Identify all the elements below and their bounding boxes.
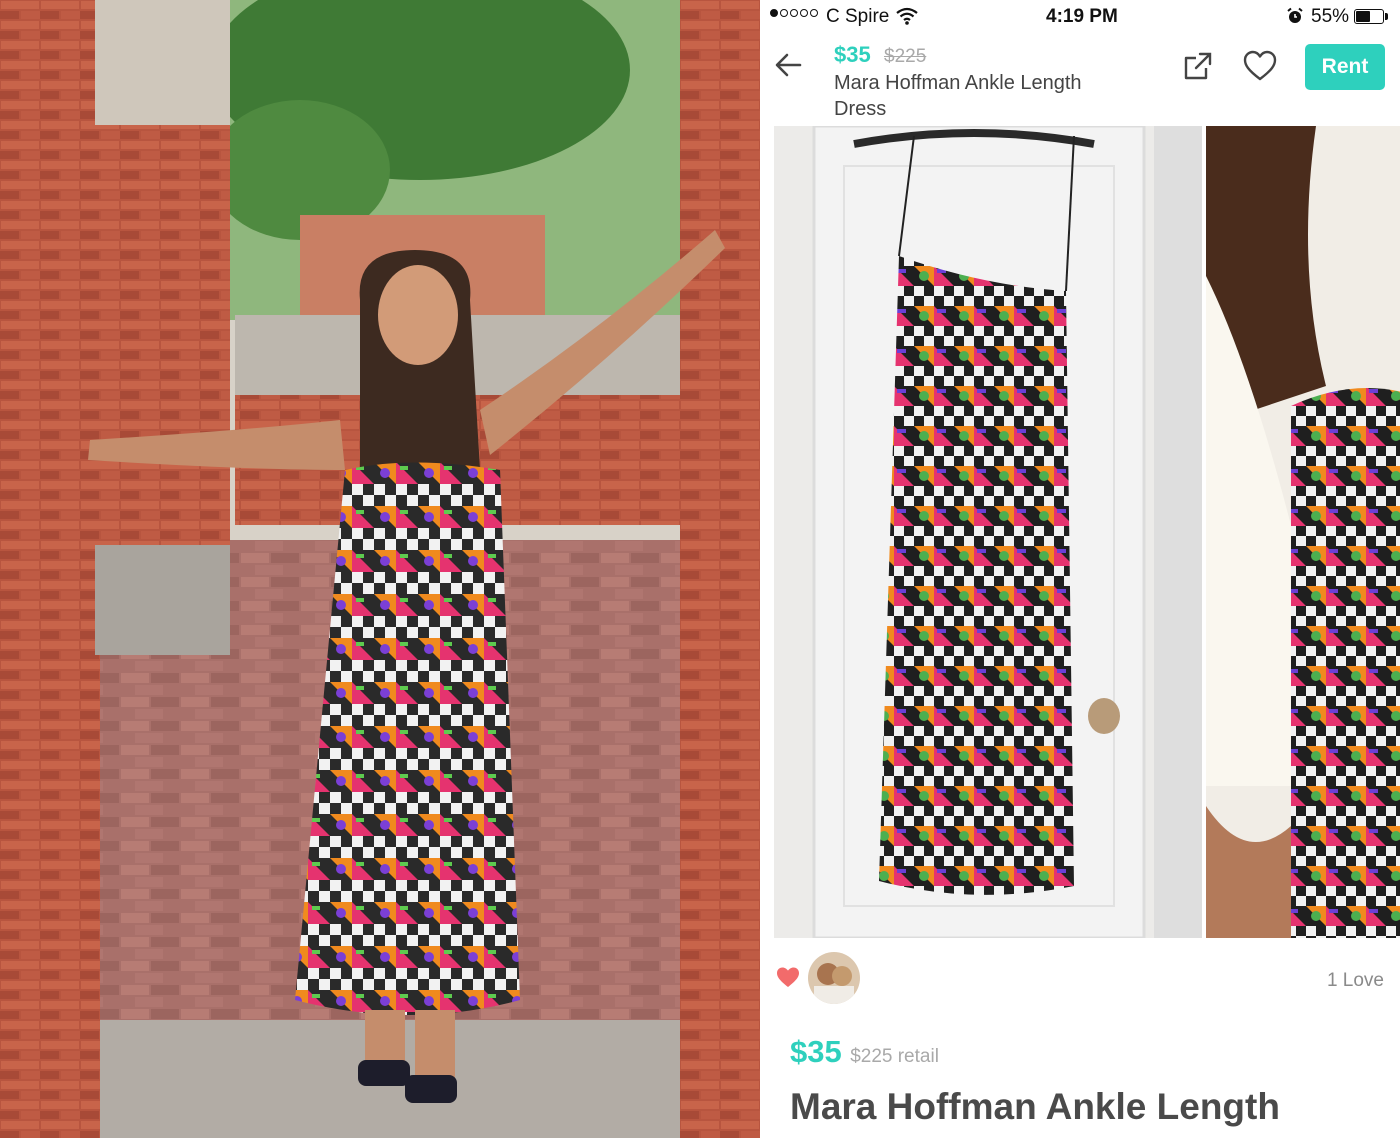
signal-dot xyxy=(800,9,808,17)
signal-dot xyxy=(780,9,788,17)
loves-row: 1 Love xyxy=(760,952,1400,1012)
battery-percent: 55% xyxy=(1311,6,1350,27)
battery-fill xyxy=(1356,11,1370,22)
alarm-clock-icon xyxy=(1286,7,1304,31)
love-count: 1 Love xyxy=(1326,970,1384,991)
signal-dot xyxy=(770,9,778,17)
battery-tip xyxy=(1385,13,1388,20)
listing-title: Mara Hoffman Ankle Length xyxy=(790,1086,1280,1127)
listing-price-block: $35 $225 retail xyxy=(790,1034,1390,1074)
favorite-button[interactable] xyxy=(1242,48,1278,84)
battery-icon xyxy=(1354,9,1384,24)
status-bar: C Spire 4:19 PM 55% xyxy=(760,0,1400,34)
clock-time: 4:19 PM xyxy=(1046,6,1118,27)
header-price: $35 xyxy=(834,42,871,67)
signal-strength xyxy=(770,9,818,17)
rent-button[interactable]: Rent xyxy=(1305,44,1385,90)
top-navigation: $35 $225 Mara Hoffman Ankle Length Dress… xyxy=(760,34,1400,124)
back-button[interactable] xyxy=(772,48,806,82)
heart-filled-icon[interactable] xyxy=(776,966,800,990)
lifestyle-photo xyxy=(0,0,760,1138)
share-button[interactable] xyxy=(1180,48,1216,84)
heart-outline-icon xyxy=(1243,50,1277,81)
product-photo-hanger[interactable] xyxy=(774,126,1202,938)
wifi-icon xyxy=(896,7,918,31)
signal-dot xyxy=(790,9,798,17)
avatar[interactable] xyxy=(808,952,860,1004)
listing-retail-price: $225 retail xyxy=(850,1046,939,1067)
product-photo-worn[interactable] xyxy=(1206,126,1400,938)
header-retail-price: $225 xyxy=(884,46,927,67)
carrier-name: C Spire xyxy=(826,6,890,27)
signal-dot xyxy=(810,9,818,17)
header-item-title: Mara Hoffman Ankle Length Dress xyxy=(834,72,1082,120)
share-external-icon xyxy=(1184,52,1212,80)
image-gallery[interactable] xyxy=(774,126,1400,938)
listing-price: $35 xyxy=(790,1034,842,1069)
phone-screen: C Spire 4:19 PM 55% $35 $225 Mara Hoffma… xyxy=(760,0,1400,1138)
arrow-left-icon xyxy=(775,53,802,77)
